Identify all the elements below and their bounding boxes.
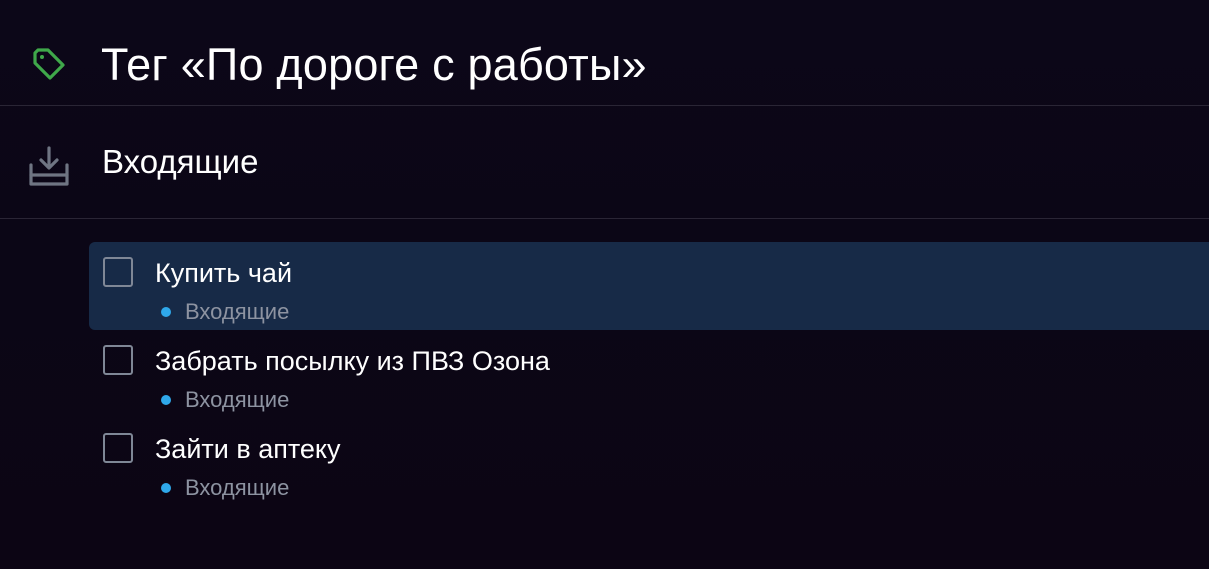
inbox-icon: [29, 146, 69, 186]
page-title: Тег «По дороге с работы»: [101, 39, 647, 90]
task-project: Входящие: [161, 476, 289, 500]
task-project: Входящие: [161, 388, 289, 412]
task-list: Купить чай Входящие Забрать посылку из П…: [89, 242, 1209, 506]
task-title: Забрать посылку из ПВЗ Озона: [155, 346, 550, 376]
task-item[interactable]: Зайти в аптеку Входящие: [89, 418, 1209, 506]
project-label: Входящие: [185, 387, 290, 412]
task-checkbox[interactable]: [103, 345, 133, 375]
project-dot-icon: [161, 307, 171, 317]
project-label: Входящие: [185, 475, 290, 500]
task-item[interactable]: Купить чай Входящие: [89, 242, 1209, 330]
tag-icon: [33, 48, 65, 80]
task-project: Входящие: [161, 300, 289, 324]
section-title: Входящие: [102, 143, 259, 180]
project-dot-icon: [161, 483, 171, 493]
section-header-inbox[interactable]: Входящие: [0, 107, 1209, 219]
task-title: Зайти в аптеку: [155, 434, 341, 464]
task-checkbox[interactable]: [103, 257, 133, 287]
project-dot-icon: [161, 395, 171, 405]
task-title: Купить чай: [155, 258, 293, 288]
page-header: Тег «По дороге с работы»: [0, 0, 1209, 106]
task-checkbox[interactable]: [103, 433, 133, 463]
project-label: Входящие: [185, 299, 290, 324]
task-item[interactable]: Забрать посылку из ПВЗ Озона Входящие: [89, 330, 1209, 418]
